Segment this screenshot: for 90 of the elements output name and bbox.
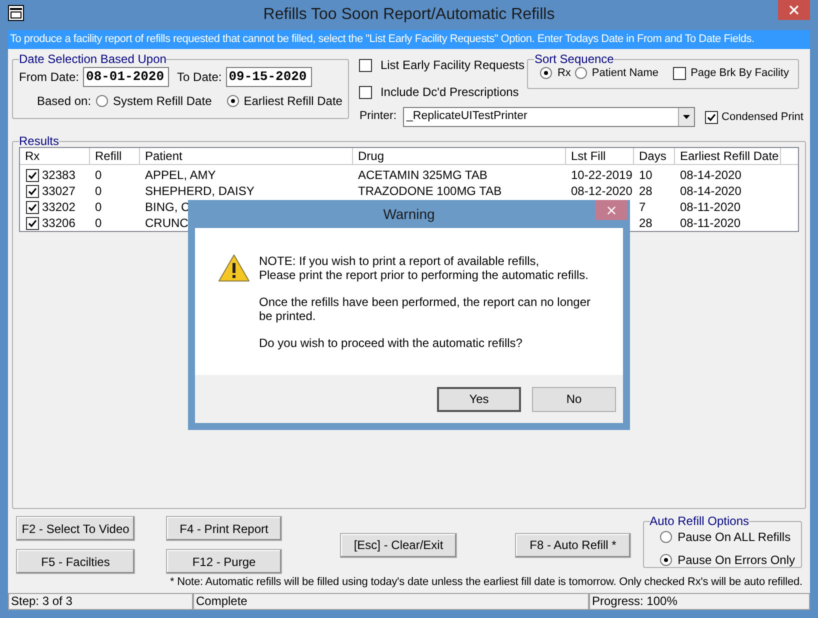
table-cell-text: SHEPHERD, DAISY bbox=[145, 183, 254, 200]
printer-label: Printer: bbox=[359, 109, 397, 124]
table-cell-text: 08-11-2020 bbox=[680, 199, 740, 216]
app-icon bbox=[8, 5, 24, 21]
checkbox[interactable] bbox=[26, 184, 39, 198]
action-button[interactable]: F4 - Print Report bbox=[166, 516, 282, 541]
checkbox-label: Include Dc'd Prescriptions bbox=[380, 84, 519, 101]
table-cell-text: CRUNC bbox=[145, 215, 188, 232]
table-cell-text: 33206 bbox=[42, 215, 76, 232]
radio-label: Earliest Refill Date bbox=[244, 93, 342, 110]
note-text: * Note: Automatic refills will be filled using today's date unless the earliest fill date is tomorrow. Only checked Rx's will be auto refilled. bbox=[169, 575, 804, 589]
checkbox[interactable] bbox=[26, 200, 39, 214]
to-date-field[interactable]: 09-15-2020 bbox=[226, 67, 312, 87]
column-header[interactable]: Lst Fill bbox=[566, 148, 634, 164]
table-cell-text: 10-22-2019 bbox=[571, 167, 632, 184]
close-icon bbox=[789, 5, 799, 15]
radio-label: Rx bbox=[557, 66, 571, 81]
action-button[interactable]: F2 - Select To Video bbox=[16, 516, 135, 541]
status-pane: Progress: 100% bbox=[589, 593, 810, 610]
column-header[interactable]: Days bbox=[634, 148, 675, 164]
table-cell-text: 28 bbox=[639, 183, 652, 200]
table-cell-text: 0 bbox=[95, 199, 102, 216]
column-header[interactable]: Earliest Refill Date bbox=[675, 148, 781, 164]
warning-icon bbox=[218, 254, 250, 282]
dialog-button[interactable]: No bbox=[532, 386, 616, 412]
printer-dropdown[interactable]: _ReplicateUITestPrinter bbox=[402, 107, 695, 127]
checkbox[interactable] bbox=[26, 168, 39, 182]
column-header[interactable]: Drug bbox=[353, 148, 566, 164]
checkbox-label: List Early Facility Requests bbox=[380, 57, 524, 74]
table-cell-text: 10 bbox=[639, 167, 652, 184]
dialog-message: Once the refills have been performed, the report can no longer be printed. bbox=[259, 295, 592, 323]
action-button[interactable]: F5 - Facilties bbox=[16, 549, 135, 574]
table-cell-text: 08-14-2020 bbox=[680, 183, 742, 200]
status-pane: Complete bbox=[193, 593, 589, 610]
checkbox[interactable] bbox=[359, 58, 372, 72]
action-button[interactable]: [Esc] - Clear/Exit bbox=[340, 532, 457, 558]
action-button[interactable]: F8 - Auto Refill * bbox=[515, 532, 631, 558]
table-cell-text: 28 bbox=[639, 215, 652, 232]
dialog-button[interactable]: Yes bbox=[437, 386, 521, 412]
radio-button[interactable] bbox=[96, 95, 108, 107]
dialog-message: Do you wish to proceed with the automatic refills? bbox=[259, 336, 524, 350]
column-header[interactable]: Rx bbox=[20, 148, 90, 164]
table-cell-text: 0 bbox=[95, 167, 102, 184]
table-cell-text: 0 bbox=[95, 183, 102, 200]
info-banner: To produce a facility report of refills requested that cannot be filled, select the "List Early Facility Requests" Option. Enter Todays Date in From and To Date Fields. bbox=[8, 30, 810, 49]
checkbox[interactable] bbox=[359, 86, 372, 98]
radio-button[interactable] bbox=[540, 67, 552, 80]
checkbox[interactable] bbox=[704, 110, 718, 124]
table-cell-text: TRAZODONE 100MG TAB bbox=[358, 183, 502, 200]
dialog-message: NOTE: If you wish to print a report of available refills, Please print the report prior to performing the automatic refills. bbox=[259, 254, 590, 282]
radio-label: Patient Name bbox=[592, 66, 659, 81]
dialog-title: Warning bbox=[383, 204, 435, 224]
table-cell-text: 33027 bbox=[42, 183, 76, 200]
table-cell-text: ACETAMIN 325MG TAB bbox=[358, 167, 488, 184]
to-date-label: To Date: bbox=[177, 69, 222, 86]
table-cell-text: 08-12-2020 bbox=[571, 183, 632, 200]
from-date-label: From Date: bbox=[19, 69, 80, 86]
radio-label: System Refill Date bbox=[113, 93, 212, 110]
table-cell-text: 7 bbox=[639, 199, 646, 216]
radio-label: Pause On ALL Refills bbox=[678, 529, 791, 546]
action-button[interactable]: F12 - Purge bbox=[166, 549, 282, 574]
group-title: Auto Refill Options bbox=[650, 514, 750, 528]
radio-button[interactable] bbox=[660, 531, 672, 543]
table-cell-text: 08-14-2020 bbox=[680, 167, 742, 184]
table-cell-text: 33202 bbox=[42, 199, 76, 216]
column-header[interactable]: Patient bbox=[140, 148, 353, 164]
table-cell-text: 0 bbox=[95, 215, 102, 232]
column-header[interactable]: Refill bbox=[90, 148, 140, 164]
close-button[interactable] bbox=[778, 0, 810, 20]
group-title: Date Selection Based Upon bbox=[19, 52, 166, 66]
based-on-label: Based on: bbox=[37, 93, 92, 110]
window-title: Refills Too Soon Report/Automatic Refills bbox=[263, 5, 555, 25]
dropdown-arrow-icon bbox=[682, 115, 690, 119]
status-pane: Step: 3 of 3 bbox=[8, 593, 193, 610]
close-icon bbox=[606, 206, 616, 214]
checkbox-label: Condensed Print bbox=[722, 110, 804, 125]
table-cell-text: 32383 bbox=[42, 167, 76, 184]
close-button[interactable] bbox=[595, 200, 627, 220]
from-date-field[interactable]: 08-01-2020 bbox=[83, 67, 170, 87]
group-title: Results bbox=[19, 134, 60, 148]
radio-label: Pause On Errors Only bbox=[678, 552, 795, 569]
checkbox[interactable] bbox=[672, 66, 686, 80]
radio-button[interactable] bbox=[574, 67, 587, 80]
table-cell-text: 08-11-2020 bbox=[680, 215, 740, 232]
table-cell-text: APPEL, AMY bbox=[145, 167, 216, 184]
radio-button[interactable] bbox=[226, 95, 239, 107]
group-title: Sort Sequence bbox=[534, 52, 614, 66]
checkbox[interactable] bbox=[26, 216, 39, 230]
checkbox-label: Page Brk By Facility bbox=[690, 66, 789, 81]
radio-button[interactable] bbox=[660, 554, 672, 566]
